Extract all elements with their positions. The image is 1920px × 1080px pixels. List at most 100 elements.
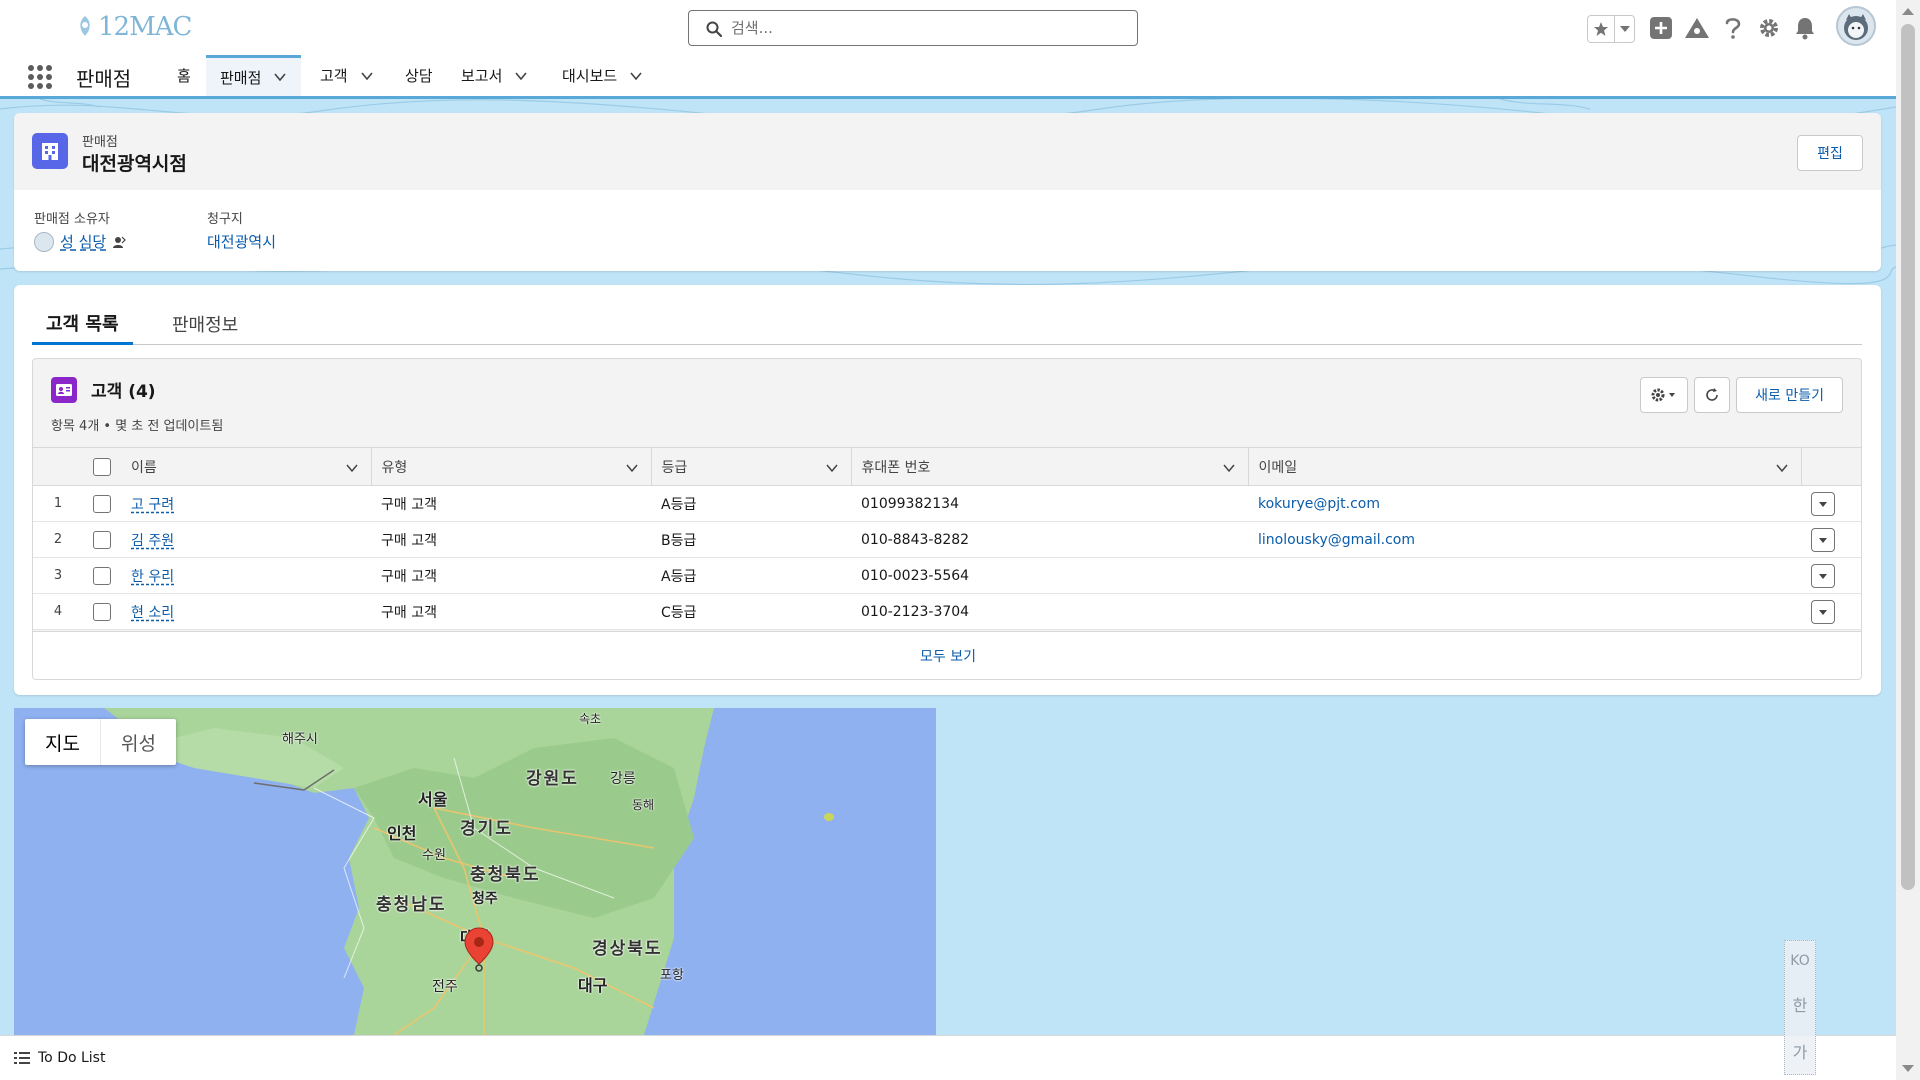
chevron-down-icon[interactable] [625, 461, 639, 475]
map-label: 강릉 [610, 771, 636, 787]
nav-item-dashboards[interactable]: 대시보드 [562, 55, 643, 96]
scroll-down-arrow-icon[interactable] [1902, 1065, 1914, 1072]
logo[interactable]: 12MAC [76, 12, 192, 42]
global-actions-add-icon[interactable] [1647, 14, 1675, 42]
nav-item-consultation[interactable]: 상담 [405, 55, 433, 96]
row-actions-menu-button[interactable] [1811, 527, 1835, 552]
list-settings-button[interactable] [1640, 377, 1689, 413]
email-link[interactable]: linolousky@gmail.com [1258, 532, 1415, 548]
app-launcher-icon[interactable] [28, 65, 52, 89]
map-type-map[interactable]: 지도 [25, 719, 101, 765]
customer-name-link[interactable]: 고 구려 [131, 497, 174, 513]
todo-list-button[interactable]: To Do List [38, 1050, 105, 1066]
email-cell: kokurye@pjt.com [1248, 485, 1801, 522]
favorites-group[interactable] [1587, 15, 1635, 43]
help-icon[interactable] [1719, 14, 1747, 42]
related-list-title[interactable]: 고객 (4) [91, 377, 156, 402]
type-cell: 구매 고객 [371, 593, 651, 630]
chevron-down-icon[interactable] [1222, 461, 1236, 475]
phone-cell: 010-8843-8282 [851, 521, 1248, 558]
map-label: 경기도 [460, 819, 513, 839]
customer-name-link[interactable]: 현 소리 [131, 605, 174, 621]
trailhead-icon[interactable] [1683, 14, 1711, 42]
notifications-bell-icon[interactable] [1791, 14, 1819, 42]
name-cell: 한 우리 [121, 557, 371, 594]
nav-item-customers[interactable]: 고객 [320, 55, 374, 96]
type-cell: 구매 고객 [371, 485, 651, 522]
row-actions-menu-button[interactable] [1811, 599, 1835, 624]
chevron-down-icon[interactable] [629, 69, 643, 83]
email-link[interactable]: kokurye@pjt.com [1258, 496, 1380, 512]
favorites-menu-icon[interactable] [1614, 16, 1634, 42]
column-header-phone[interactable]: 휴대폰 번호 [851, 447, 1249, 486]
ime-indicator[interactable]: KO 한 가 [1784, 940, 1816, 1075]
row-checkbox[interactable] [93, 494, 111, 513]
nav-item-reports[interactable]: 보고서 [461, 55, 528, 96]
email-cell [1248, 593, 1801, 630]
billing-field: 청구지 대전광역시 [207, 208, 276, 252]
page-scrollbar[interactable] [1896, 0, 1920, 1080]
customer-name-link[interactable]: 김 주원 [131, 533, 174, 549]
name-cell: 고 구려 [121, 485, 371, 522]
owner-link[interactable]: 성 심당 [60, 231, 106, 252]
map-label: 대구 [578, 976, 608, 995]
nav-item-label: 홈 [177, 67, 191, 85]
row-number: 4 [33, 593, 83, 630]
favorites-star-icon[interactable] [1588, 16, 1614, 42]
map-view[interactable]: 지도 위성 해주시 속초 강원도 강릉 서울 동해 인천 경기도 수원 충청북도… [14, 708, 936, 1035]
chevron-down-icon[interactable] [825, 461, 839, 475]
record-header-card: 판매점 대전광역시점 편집 판매점 소유자 성 심당 청구지 대전광역시 [14, 113, 1881, 271]
map-type-toggle: 지도 위성 [25, 719, 176, 765]
record-header: 판매점 대전광역시점 편집 [14, 113, 1881, 190]
new-button[interactable]: 새로 만들기 [1736, 377, 1843, 413]
user-avatar[interactable] [1836, 6, 1876, 46]
map-label: 충청북도 [470, 865, 541, 885]
map-label: 강원도 [526, 769, 579, 789]
billing-field-label: 청구지 [207, 212, 243, 227]
chevron-down-icon[interactable] [514, 69, 528, 83]
select-all-checkbox[interactable] [93, 457, 111, 476]
column-header-name[interactable]: 이름 [121, 447, 372, 486]
chevron-down-icon[interactable] [345, 461, 359, 475]
tab-sales-info[interactable]: 판매정보 [158, 303, 252, 345]
scroll-thumb[interactable] [1901, 24, 1915, 890]
row-actions-cell [1801, 485, 1861, 522]
column-header-email[interactable]: 이메일 [1248, 447, 1802, 486]
row-checkbox[interactable] [93, 530, 111, 549]
map-type-satellite[interactable]: 위성 [101, 719, 176, 765]
row-actions-menu-button[interactable] [1811, 491, 1835, 516]
scroll-up-arrow-icon[interactable] [1902, 8, 1914, 15]
global-search[interactable] [688, 10, 1138, 46]
row-actions-menu-button[interactable] [1811, 563, 1835, 588]
chevron-down-icon[interactable] [1775, 461, 1789, 475]
global-header: 12MAC [0, 0, 1896, 55]
map-label: 인천 [387, 824, 417, 843]
nav-item-stores[interactable]: 판매점 [206, 55, 302, 96]
chevron-down-icon[interactable] [273, 70, 287, 84]
tab-customer-list[interactable]: 고객 목록 [32, 303, 133, 345]
refresh-button[interactable] [1694, 377, 1731, 413]
store-building-icon [32, 133, 68, 169]
nav-bar: 판매점 홈 판매점 고객 상담 보고서 대시보드 [0, 55, 1896, 99]
column-header-grade[interactable]: 등급 [651, 447, 852, 486]
view-all-link[interactable]: 모두 보기 [33, 631, 1861, 679]
gear-icon [1651, 388, 1676, 402]
row-checkbox[interactable] [93, 602, 111, 621]
search-input[interactable] [731, 17, 1121, 39]
map-marker-icon[interactable] [462, 926, 496, 972]
column-header-label: 유형 [381, 459, 408, 476]
column-header-label: 이름 [131, 459, 157, 476]
type-cell: 구매 고객 [371, 557, 651, 594]
column-header-type[interactable]: 유형 [371, 447, 652, 486]
change-owner-icon[interactable] [112, 235, 127, 249]
row-checkbox[interactable] [93, 566, 111, 585]
chevron-down-icon[interactable] [360, 69, 374, 83]
nav-item-home[interactable]: 홈 [177, 55, 191, 96]
settings-gear-icon[interactable] [1755, 14, 1783, 42]
customers-table: 이름 유형 등급 휴대폰 번호 이메일 1 고 구려 구매 고객 A등급 010… [33, 447, 1861, 630]
row-select-cell [83, 521, 121, 558]
name-cell: 김 주원 [121, 521, 371, 558]
phone-cell: 01099382134 [851, 485, 1248, 522]
customer-name-link[interactable]: 한 우리 [131, 569, 174, 585]
edit-button[interactable]: 편집 [1797, 135, 1863, 171]
